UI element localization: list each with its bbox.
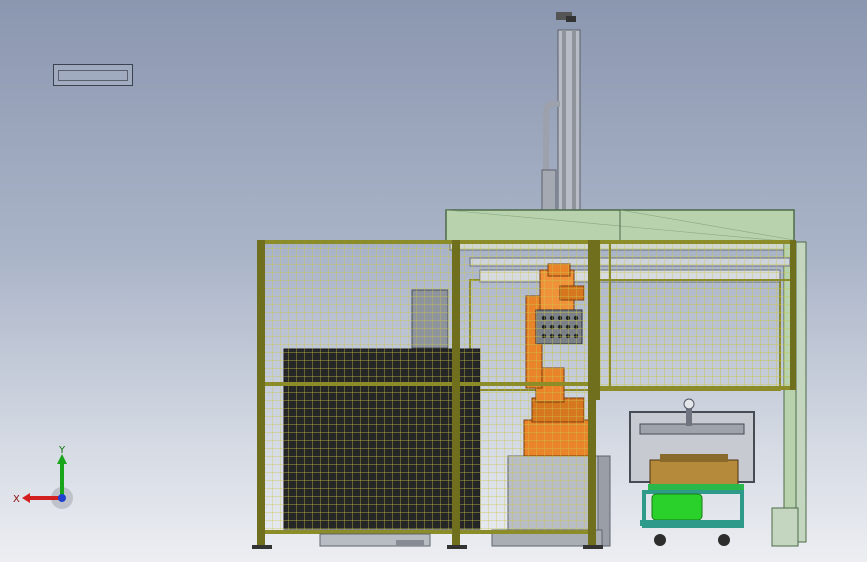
z-axis-dot <box>58 494 66 502</box>
x-axis-label: X <box>13 494 20 505</box>
y-axis-label: Y <box>58 445 66 456</box>
robot-cell-model[interactable] <box>0 0 867 562</box>
cart-station <box>629 398 755 546</box>
coordinate-triad-icon: Y X <box>13 445 73 509</box>
fence-panel-middle <box>456 240 594 534</box>
lift-column <box>541 12 581 243</box>
cad-viewport[interactable]: Y X <box>0 0 867 562</box>
fence-panel-right <box>596 240 796 390</box>
fence-panel-left <box>260 240 456 534</box>
